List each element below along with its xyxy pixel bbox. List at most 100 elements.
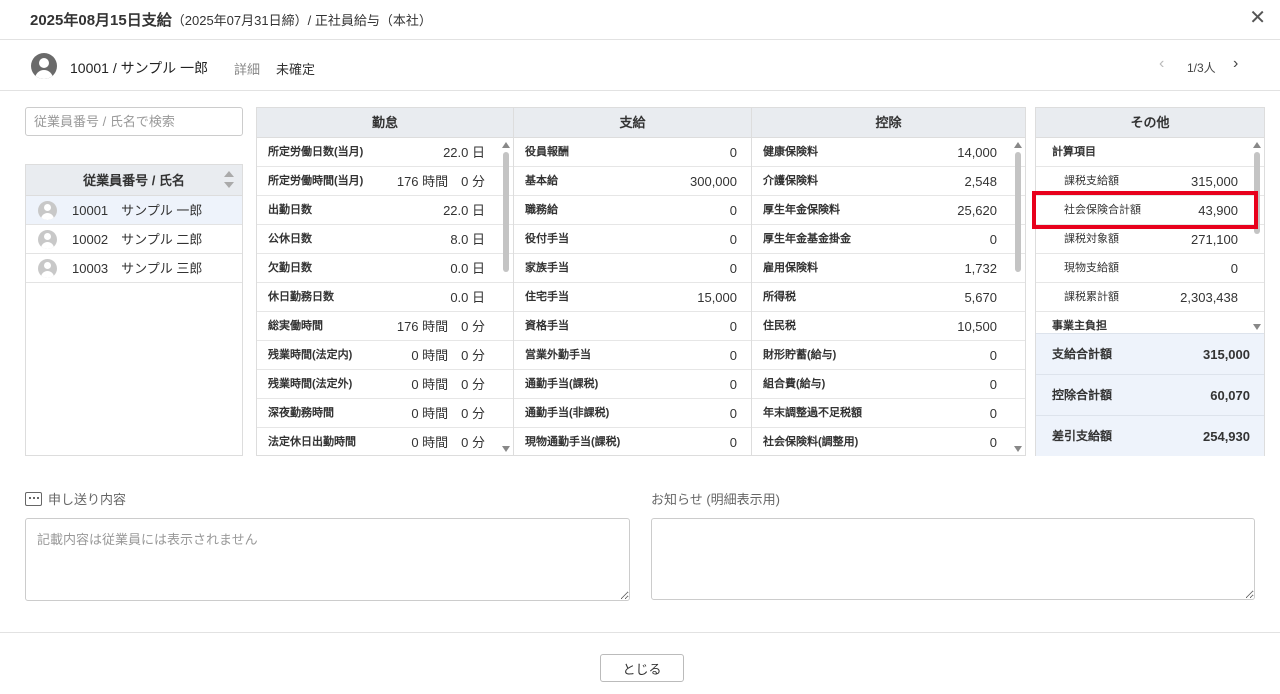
row-value[interactable]: 0 時間 0 分 bbox=[411, 428, 485, 455]
row-value[interactable]: 22.0 日 bbox=[443, 138, 485, 167]
chevron-right-icon[interactable]: › bbox=[1233, 55, 1238, 73]
row-label: 所得税 bbox=[763, 291, 796, 303]
total-row: 控除合計額 60,070 bbox=[1036, 374, 1264, 415]
scroll-up-icon[interactable] bbox=[502, 142, 510, 148]
row-value[interactable]: 0 bbox=[730, 196, 737, 225]
row-value[interactable]: 5,670 bbox=[964, 283, 997, 312]
row-value[interactable]: 0 bbox=[990, 370, 997, 399]
table-row: 法定休日出勤時間 0 時間 0 分 bbox=[257, 428, 513, 455]
row-label: 現物支給額 bbox=[1064, 262, 1119, 274]
scroll-down-icon[interactable] bbox=[1253, 324, 1261, 330]
row-value[interactable]: 0 bbox=[990, 399, 997, 428]
total-value: 254,930 bbox=[1203, 429, 1250, 444]
scroll-up-icon[interactable] bbox=[1253, 142, 1261, 148]
row-value[interactable]: 300,000 bbox=[690, 167, 737, 196]
row-value[interactable]: 0.0 日 bbox=[450, 283, 485, 312]
row-value[interactable]: 0 bbox=[730, 254, 737, 283]
table-row: 健康保険料 14,000 bbox=[752, 138, 1025, 167]
employee-list-header[interactable]: 従業員番号 / 氏名 bbox=[26, 165, 242, 196]
row-value[interactable]: 0 時間 0 分 bbox=[411, 399, 485, 428]
table-row: 社会保険料(調整用) 0 bbox=[752, 428, 1025, 455]
table-row: 課税対象額 271,100 bbox=[1036, 225, 1264, 254]
row-value[interactable]: 0 bbox=[730, 428, 737, 455]
memo-textarea[interactable] bbox=[25, 518, 630, 601]
totals: 支給合計額 315,000 控除合計額 60,070 差引支給額 254,930 bbox=[1036, 333, 1264, 456]
table-row: 雇用保険料 1,732 bbox=[752, 254, 1025, 283]
row-value[interactable]: 0 時間 0 分 bbox=[411, 341, 485, 370]
table-row: 深夜勤務時間 0 時間 0 分 bbox=[257, 399, 513, 428]
row-value[interactable]: 0 bbox=[730, 225, 737, 254]
table-row: 年末調整過不足税額 0 bbox=[752, 399, 1025, 428]
scroll-down-icon[interactable] bbox=[502, 446, 510, 452]
scroll-thumb[interactable] bbox=[503, 152, 509, 272]
list-item[interactable]: 10003 サンプル 三郎 bbox=[26, 254, 242, 283]
deduction-panel: 控除 健康保険料 14,000 介護保険料 2,548 厚生年金保険料 25,620 … bbox=[751, 107, 1026, 456]
row-label: 課税累計額 bbox=[1064, 291, 1119, 303]
employee-list: 従業員番号 / 氏名 10001 サンプル 一郎 10002 サンプル 二郎 1… bbox=[25, 164, 243, 456]
list-item[interactable]: 10002 サンプル 二郎 bbox=[26, 225, 242, 254]
deduction-scrollbar[interactable] bbox=[1013, 138, 1023, 455]
table-row: 住民税 10,500 bbox=[752, 312, 1025, 341]
row-label: 雇用保険料 bbox=[763, 262, 818, 274]
table-row: 現物通勤手当(課税) 0 bbox=[514, 428, 751, 455]
detail-link[interactable]: 詳細 bbox=[234, 59, 260, 78]
row-value[interactable]: 8.0 日 bbox=[450, 225, 485, 254]
search-input[interactable] bbox=[25, 107, 243, 136]
row-value[interactable]: 10,500 bbox=[957, 312, 997, 341]
row-value[interactable]: 0 bbox=[730, 341, 737, 370]
row-value[interactable]: 0.0 日 bbox=[450, 254, 485, 283]
row-value[interactable]: 0 bbox=[990, 341, 997, 370]
row-value[interactable]: 0 bbox=[730, 370, 737, 399]
row-value[interactable]: 0 bbox=[730, 138, 737, 167]
row-value[interactable]: 0 bbox=[730, 312, 737, 341]
list-item-label: 10003 サンプル 三郎 bbox=[72, 261, 203, 276]
table-row: 休日勤務日数 0.0 日 bbox=[257, 283, 513, 312]
list-item[interactable]: 10001 サンプル 一郎 bbox=[26, 196, 242, 225]
row-label: 所定労働日数(当月) bbox=[268, 146, 364, 158]
table-row: 欠勤日数 0.0 日 bbox=[257, 254, 513, 283]
other-scroll-area: 計算項目 課税支給額 315,000 社会保険合計額 43,900 課税対象額 271… bbox=[1036, 138, 1264, 333]
payment-panel: 支給 役員報酬 0 基本給 300,000 職務給 0 役付手当 0 家族手当 0 住宅手… bbox=[513, 107, 752, 456]
row-value[interactable]: 15,000 bbox=[697, 283, 737, 312]
row-value[interactable]: 0 bbox=[730, 399, 737, 428]
row-value[interactable]: 25,620 bbox=[957, 196, 997, 225]
avatar bbox=[38, 201, 57, 220]
row-value[interactable]: 0 bbox=[990, 428, 997, 455]
row-label: 財形貯蓄(給与) bbox=[763, 349, 837, 361]
table-row: 厚生年金保険料 25,620 bbox=[752, 196, 1025, 225]
row-value[interactable]: 1,732 bbox=[964, 254, 997, 283]
table-row: 残業時間(法定内) 0 時間 0 分 bbox=[257, 341, 513, 370]
scroll-up-icon[interactable] bbox=[1014, 142, 1022, 148]
row-value[interactable]: 14,000 bbox=[957, 138, 997, 167]
chevron-left-icon[interactable]: ‹ bbox=[1159, 55, 1164, 73]
row-label: 組合費(給与) bbox=[763, 378, 826, 390]
row-value[interactable]: 0 bbox=[990, 225, 997, 254]
row-value: 2,303,438 bbox=[1180, 290, 1238, 305]
row-value[interactable]: 0 時間 0 分 bbox=[411, 370, 485, 399]
closing-subtitle: （2025年07月31日締）/ 正社員給与（本社） bbox=[171, 13, 432, 28]
attendance-header: 勤怠 bbox=[257, 108, 513, 138]
table-row: 営業外勤手当 0 bbox=[514, 341, 751, 370]
scroll-thumb[interactable] bbox=[1015, 152, 1021, 272]
notice-textarea[interactable] bbox=[651, 518, 1255, 600]
scroll-down-icon[interactable] bbox=[1014, 446, 1022, 452]
row-value[interactable]: 176 時間 0 分 bbox=[397, 312, 485, 341]
row-label: 介護保険料 bbox=[763, 175, 818, 187]
other-scrollbar[interactable] bbox=[1252, 138, 1262, 333]
row-label: 役員報酬 bbox=[525, 146, 569, 158]
row-value[interactable]: 176 時間 0 分 bbox=[397, 167, 485, 196]
row-label: 残業時間(法定外) bbox=[268, 378, 353, 390]
row-value[interactable]: 22.0 日 bbox=[443, 196, 485, 225]
attendance-scrollbar[interactable] bbox=[501, 138, 511, 455]
total-value: 60,070 bbox=[1210, 388, 1250, 403]
row-label: 資格手当 bbox=[525, 320, 569, 332]
avatar bbox=[38, 259, 57, 278]
row-label: 欠勤日数 bbox=[268, 262, 312, 274]
close-icon[interactable]: ✕ bbox=[1249, 8, 1266, 28]
table-row: 出勤日数 22.0 日 bbox=[257, 196, 513, 225]
avatar bbox=[38, 230, 57, 249]
row-value[interactable]: 2,548 bbox=[964, 167, 997, 196]
close-button[interactable]: とじる bbox=[600, 654, 684, 682]
dialog-title: 2025年08月15日支給（2025年07月31日締）/ 正社員給与（本社） bbox=[30, 9, 432, 30]
sort-icon[interactable] bbox=[224, 171, 234, 189]
